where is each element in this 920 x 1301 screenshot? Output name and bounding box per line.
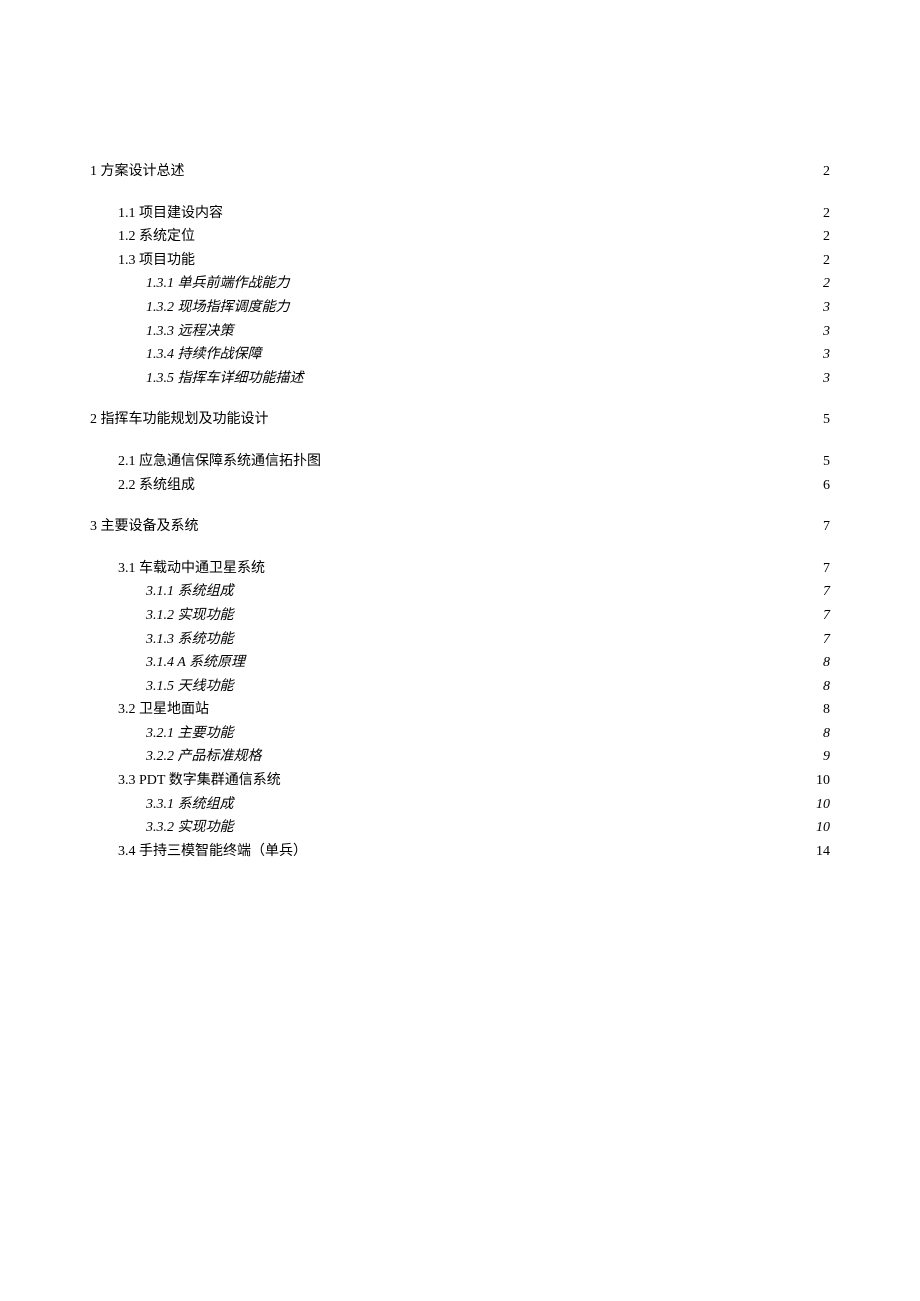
toc-entry[interactable]: 3.1.2 实现功能 7 <box>90 606 830 626</box>
toc-entry-label: 3.2 卫星地面站 <box>118 700 209 720</box>
toc-entry-page: 10 <box>816 795 830 815</box>
toc-entry[interactable]: 3.2.2 产品标准规格 9 <box>90 747 830 767</box>
toc-entry-page: 7 <box>823 630 830 650</box>
toc-entry-label: 1.3.5 指挥车详细功能描述 <box>146 369 304 389</box>
toc-entry-label: 3.1.5 天线功能 <box>146 677 234 697</box>
toc-entry-page: 10 <box>816 771 830 791</box>
toc-entry[interactable]: 1.3.4 持续作战保障 3 <box>90 345 830 365</box>
toc-entry[interactable]: 3.2 卫星地面站 8 <box>90 700 830 720</box>
toc-entry[interactable]: 1.3 项目功能 2 <box>90 251 830 271</box>
toc-entry-page: 5 <box>823 452 830 472</box>
toc-entry-label: 1.3.4 持续作战保障 <box>146 345 262 365</box>
toc-entry[interactable]: 1.2 系统定位 2 <box>90 227 830 247</box>
toc-entry-page: 2 <box>823 162 830 182</box>
toc-entry-page: 2 <box>823 227 830 247</box>
toc-entry[interactable]: 3.3.2 实现功能 10 <box>90 818 830 838</box>
toc-entry[interactable]: 3.3 PDT 数字集群通信系统 10 <box>90 771 830 791</box>
toc-entry-page: 14 <box>816 842 830 862</box>
toc-entry-label: 1.3.1 单兵前端作战能力 <box>146 274 290 294</box>
toc-entry-label: 2 指挥车功能规划及功能设计 <box>90 410 269 430</box>
toc-entry[interactable]: 2.2 系统组成 6 <box>90 476 830 496</box>
toc-entry[interactable]: 1 方案设计总述 2 <box>90 162 830 182</box>
toc-entry-page: 6 <box>823 476 830 496</box>
toc-entry[interactable]: 3.1.5 天线功能 8 <box>90 677 830 697</box>
toc-entry-label: 1.3.2 现场指挥调度能力 <box>146 298 290 318</box>
toc-entry-label: 3.1.2 实现功能 <box>146 606 234 626</box>
toc-entry-label: 3.1.1 系统组成 <box>146 582 234 602</box>
toc-entry-label: 3 主要设备及系统 <box>90 517 199 537</box>
toc-entry-page: 7 <box>823 606 830 626</box>
toc-entry-page: 2 <box>823 274 830 294</box>
toc-entry-page: 3 <box>823 298 830 318</box>
toc-entry-label: 2.2 系统组成 <box>118 476 195 496</box>
toc-entry-page: 8 <box>823 653 830 673</box>
toc-entry[interactable]: 1.3.1 单兵前端作战能力 2 <box>90 274 830 294</box>
toc-entry[interactable]: 1.1 项目建设内容 2 <box>90 204 830 224</box>
toc-entry-page: 9 <box>823 747 830 767</box>
toc-entry-page: 2 <box>823 251 830 271</box>
toc-entry[interactable]: 2 指挥车功能规划及功能设计 5 <box>90 410 830 430</box>
toc-entry-page: 3 <box>823 322 830 342</box>
toc-entry[interactable]: 3.1.3 系统功能 7 <box>90 630 830 650</box>
toc-entry-page: 3 <box>823 345 830 365</box>
toc-entry-label: 3.1 车载动中通卫星系统 <box>118 559 265 579</box>
toc-entry-label: 1 方案设计总述 <box>90 162 185 182</box>
toc-entry-page: 7 <box>823 559 830 579</box>
toc-entry[interactable]: 3.1.4 A 系统原理 8 <box>90 653 830 673</box>
toc-entry[interactable]: 3.2.1 主要功能 8 <box>90 724 830 744</box>
toc-entry[interactable]: 1.3.3 远程决策 3 <box>90 322 830 342</box>
toc-entry-label: 1.3 项目功能 <box>118 251 195 271</box>
toc-entry[interactable]: 3.1 车载动中通卫星系统 7 <box>90 559 830 579</box>
toc-entry-page: 8 <box>823 724 830 744</box>
toc-entry-page: 10 <box>816 818 830 838</box>
toc-entry-label: 3.4 手持三模智能终端（单兵） <box>118 842 307 862</box>
toc-entry[interactable]: 2.1 应急通信保障系统通信拓扑图 5 <box>90 452 830 472</box>
toc-entry-label: 3.3.1 系统组成 <box>146 795 234 815</box>
toc-entry-label: 3.2.1 主要功能 <box>146 724 234 744</box>
toc-entry-page: 5 <box>823 410 830 430</box>
toc-entry-label: 1.1 项目建设内容 <box>118 204 223 224</box>
toc-entry-label: 1.2 系统定位 <box>118 227 195 247</box>
toc-entry-label: 3.3 PDT 数字集群通信系统 <box>118 771 281 791</box>
toc-entry-page: 2 <box>823 204 830 224</box>
toc-entry[interactable]: 3 主要设备及系统 7 <box>90 517 830 537</box>
toc-entry-label: 3.1.4 A 系统原理 <box>146 653 245 673</box>
toc-entry[interactable]: 1.3.2 现场指挥调度能力 3 <box>90 298 830 318</box>
table-of-contents: 1 方案设计总述21.1 项目建设内容21.2 系统定位21.3 项目功能21.… <box>90 162 830 861</box>
toc-entry-page: 8 <box>823 677 830 697</box>
toc-entry-label: 3.2.2 产品标准规格 <box>146 747 262 767</box>
toc-entry-label: 2.1 应急通信保障系统通信拓扑图 <box>118 452 321 472</box>
toc-entry-page: 8 <box>823 700 830 720</box>
toc-entry[interactable]: 3.1.1 系统组成 7 <box>90 582 830 602</box>
toc-entry-page: 3 <box>823 369 830 389</box>
toc-entry[interactable]: 1.3.5 指挥车详细功能描述 3 <box>90 369 830 389</box>
toc-entry-label: 1.3.3 远程决策 <box>146 322 234 342</box>
toc-entry-page: 7 <box>823 582 830 602</box>
toc-entry-label: 3.1.3 系统功能 <box>146 630 234 650</box>
toc-entry[interactable]: 3.3.1 系统组成 10 <box>90 795 830 815</box>
toc-entry[interactable]: 3.4 手持三模智能终端（单兵） 14 <box>90 842 830 862</box>
toc-entry-label: 3.3.2 实现功能 <box>146 818 234 838</box>
toc-entry-page: 7 <box>823 517 830 537</box>
